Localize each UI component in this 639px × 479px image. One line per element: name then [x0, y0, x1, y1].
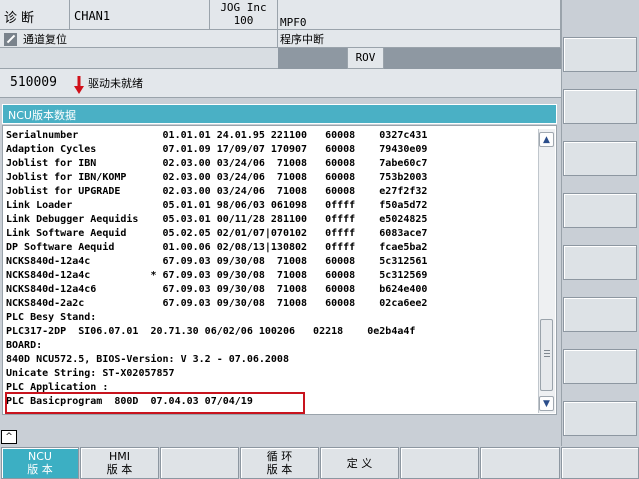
- version-row: NCKS840d-12a4c * 67.09.03 09/30/08 71008…: [6, 270, 428, 281]
- softkey-8[interactable]: [561, 447, 639, 479]
- version-row: Unicate String: ST-X02057857: [6, 368, 175, 379]
- vsk-2[interactable]: [563, 89, 637, 124]
- vsk-6[interactable]: [563, 297, 637, 332]
- version-row: BOARD:: [6, 340, 43, 351]
- operating-area: 诊断: [0, 0, 70, 30]
- version-row: Link Software Aequid 05.02.05 02/01/07|0…: [6, 228, 428, 239]
- panel-title: NCU版本数据: [2, 104, 557, 124]
- version-row: Joblist for IBN 02.03.00 03/24/06 71008 …: [6, 158, 428, 169]
- version-rows: Serialnumber 01.01.01 24.01.95 221100 60…: [6, 129, 427, 409]
- vsk-7[interactable]: [563, 349, 637, 384]
- program-status: 程序中断: [278, 30, 561, 48]
- vsk-1[interactable]: [563, 37, 637, 72]
- vsk-4[interactable]: [563, 193, 637, 228]
- softkey-7[interactable]: [480, 447, 560, 479]
- version-row: NCKS840d-12a4c6 67.09.03 09/30/08 71008 …: [6, 284, 428, 295]
- header-indicator-left: [278, 48, 348, 69]
- channel-status-text: 通道复位: [23, 33, 67, 46]
- mode-line-2: 100: [233, 14, 254, 27]
- vsk-5[interactable]: [563, 245, 637, 280]
- version-row: Link Loader 05.01.01 98/06/03 061098 0ff…: [6, 200, 428, 211]
- alarm-text: 驱动未就绪: [88, 77, 143, 90]
- vsk-8[interactable]: [563, 401, 637, 436]
- mode-line-1: JOG Inc: [220, 1, 267, 14]
- version-row: Link Debugger Aequidis 05.03.01 00/11/28…: [6, 214, 428, 225]
- version-row: 840D NCU572.5, BIOS-Version: V 3.2 - 07.…: [6, 354, 289, 365]
- highlight-box: [5, 392, 305, 414]
- alarm-line[interactable]: [0, 69, 561, 98]
- version-row: Joblist for UPGRADE 02.03.00 03/24/06 71…: [6, 186, 428, 197]
- version-row: Adaption Cycles 07.01.09 17/09/07 170907…: [6, 144, 428, 155]
- recall-button[interactable]: ^: [1, 430, 17, 444]
- softkey-ncu-version[interactable]: NCU 版 本: [1, 447, 79, 479]
- scroll-down-icon[interactable]: ▼: [539, 396, 554, 411]
- operating-mode: JOG Inc 100: [210, 0, 278, 30]
- version-row: DP Software Aequid 01.00.06 02/08/13|130…: [6, 242, 428, 253]
- vsk-3[interactable]: [563, 141, 637, 176]
- alarm-arrow-icon: [74, 76, 84, 94]
- scrollbar-thumb[interactable]: [540, 319, 553, 391]
- alarm-number: 510009: [10, 75, 57, 90]
- header-spacer: [0, 48, 278, 69]
- version-row: NCKS840d-2a2c 67.09.03 09/30/08 71008 60…: [6, 298, 428, 309]
- softkey-6[interactable]: [400, 447, 479, 479]
- channel-status: 通道复位: [0, 30, 278, 48]
- softkey-3[interactable]: [160, 447, 239, 479]
- version-row: Joblist for IBN/KOMP 02.03.00 03/24/06 7…: [6, 172, 428, 183]
- softkey-hmi-version[interactable]: HMI 版 本: [80, 447, 159, 479]
- channel-reset-icon: [4, 32, 17, 46]
- softkey-define[interactable]: 定 义: [320, 447, 399, 479]
- program-name: MPF0: [278, 0, 561, 30]
- rov-indicator: ROV: [348, 48, 384, 69]
- channel-name: CHAN1: [70, 0, 210, 30]
- version-row: PLC317-2DP SI06.07.01 20.71.30 06/02/06 …: [6, 326, 416, 337]
- scroll-up-icon[interactable]: ▲: [539, 132, 554, 147]
- softkey-cycle-version[interactable]: 循 环版 本: [240, 447, 319, 479]
- version-row: PLC Besy Stand:: [6, 312, 97, 323]
- version-row: Serialnumber 01.01.01 24.01.95 221100 60…: [6, 130, 428, 141]
- version-row: NCKS840d-12a4c 67.09.03 09/30/08 71008 6…: [6, 256, 428, 267]
- header-indicator-right: [384, 48, 561, 69]
